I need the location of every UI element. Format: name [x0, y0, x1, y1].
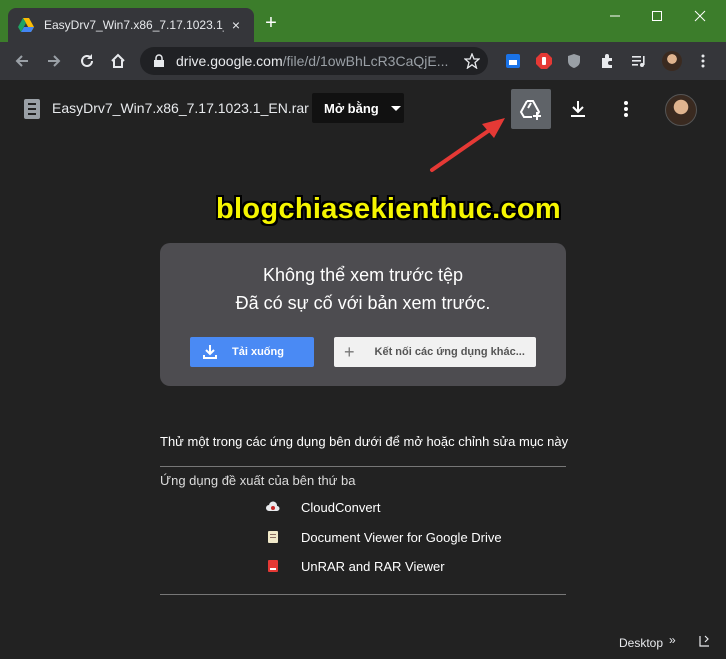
- file-name: EasyDrv7_Win7.x86_7.17.1023.1_EN.rar: [52, 100, 309, 116]
- download-button[interactable]: Tải xuống: [190, 337, 314, 367]
- back-icon[interactable]: [11, 50, 33, 72]
- media-queue-icon[interactable]: [631, 53, 647, 69]
- open-with-button[interactable]: Mở bằng: [312, 93, 404, 123]
- add-to-drive-button[interactable]: [511, 89, 551, 129]
- suggested-apps-label: Ứng dụng đề xuất của bên thứ ba: [160, 473, 356, 488]
- browser-tab[interactable]: EasyDrv7_Win7.x86_7.17.1023.1_EN.rar - G…: [8, 8, 254, 42]
- app-name: UnRAR and RAR Viewer: [301, 558, 445, 574]
- tab-title: EasyDrv7_Win7.x86_7.17.1023.1_EN.rar - G…: [44, 18, 224, 32]
- app-name: CloudConvert: [301, 499, 381, 515]
- download-icon[interactable]: [567, 98, 589, 120]
- preview-error-card: Không thể xem trước tệp Đã có sự cố với …: [160, 243, 566, 386]
- divider: [160, 594, 566, 595]
- unrar-icon: [268, 560, 278, 572]
- preview-error-subtitle: Đã có sự cố với bản xem trước.: [235, 293, 491, 313]
- account-avatar[interactable]: [665, 94, 697, 126]
- add-to-drive-icon: [519, 100, 541, 120]
- url-path: /file/d/1owBhLcR3CaQjE...: [282, 53, 449, 69]
- new-tab-button[interactable]: +: [262, 13, 280, 33]
- download-label: Tải xuống: [232, 346, 284, 358]
- bookmark-star-icon[interactable]: [464, 53, 480, 69]
- browser-toolbar: drive.google.com/file/d/1owBhLcR3CaQjE..…: [0, 42, 726, 80]
- connect-apps-button[interactable]: + Kết nối các ứng dụng khác...: [334, 337, 536, 367]
- extensions-puzzle-icon[interactable]: [599, 53, 615, 69]
- reload-icon[interactable]: [76, 50, 98, 72]
- google-drive-icon: [18, 18, 34, 32]
- drive-preview-header: EasyDrv7_Win7.x86_7.17.1023.1_EN.rar Mở …: [0, 80, 726, 138]
- plus-icon: +: [344, 341, 355, 362]
- resize-grip-icon[interactable]: [697, 634, 711, 650]
- more-options-icon[interactable]: [615, 98, 637, 120]
- cloudconvert-icon: [266, 501, 280, 511]
- browser-titlebar: EasyDrv7_Win7.x86_7.17.1023.1_EN.rar - G…: [0, 0, 726, 42]
- document-viewer-icon: [268, 531, 278, 543]
- chrome-menu-icon[interactable]: [695, 53, 711, 69]
- app-name: Document Viewer for Google Drive: [301, 529, 502, 545]
- watermark-text: blogchiasekienthuc.com: [216, 193, 562, 225]
- maximize-icon[interactable]: [647, 6, 667, 26]
- home-icon[interactable]: [107, 50, 129, 72]
- divider: [160, 466, 566, 467]
- lock-icon: [154, 54, 164, 67]
- preview-error-title: Không thể xem trước tệp: [263, 265, 463, 285]
- url-host: drive.google.com: [176, 53, 283, 69]
- extension-archive-icon[interactable]: [505, 53, 521, 69]
- app-item-document-viewer[interactable]: Document Viewer for Google Drive: [266, 527, 502, 547]
- close-window-icon[interactable]: [690, 6, 710, 26]
- download-icon: [203, 345, 217, 359]
- try-apps-text: Thử một trong các ứng dụng bên dưới để m…: [160, 434, 569, 449]
- profile-avatar[interactable]: [662, 51, 682, 71]
- address-bar[interactable]: drive.google.com/file/d/1owBhLcR3CaQjE..…: [140, 47, 488, 75]
- desktop-label[interactable]: Desktop: [619, 636, 663, 650]
- connect-apps-label: Kết nối các ứng dụng khác...: [374, 346, 525, 358]
- forward-icon[interactable]: [43, 50, 65, 72]
- tab-close-icon[interactable]: ×: [228, 17, 244, 33]
- file-archive-icon: [24, 99, 40, 119]
- app-item-cloudconvert[interactable]: CloudConvert: [266, 497, 381, 517]
- app-item-unrar[interactable]: UnRAR and RAR Viewer: [266, 556, 445, 576]
- shield-icon[interactable]: [566, 53, 582, 69]
- open-with-label: Mở bằng: [324, 100, 379, 116]
- chevron-right-icon[interactable]: »: [669, 633, 676, 647]
- minimize-icon[interactable]: [605, 6, 625, 26]
- adblock-icon[interactable]: [536, 53, 552, 69]
- chevron-down-icon: [390, 105, 401, 111]
